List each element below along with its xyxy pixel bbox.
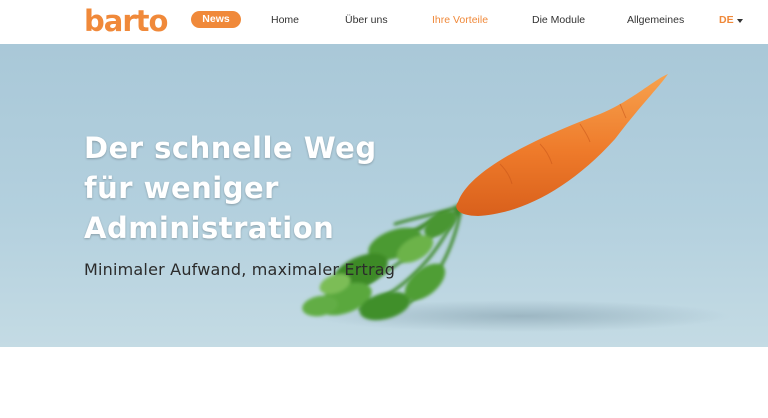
- nav-item-allgemeines[interactable]: Allgemeines: [627, 0, 684, 40]
- hero-title-line: Der schnelle Weg: [84, 131, 377, 165]
- language-label: DE: [719, 14, 734, 26]
- hero-subtitle: Minimaler Aufwand, maximaler Ertrag: [84, 260, 396, 279]
- hero-title-line: Administration: [84, 211, 335, 245]
- nav-item-home[interactable]: Home: [271, 0, 299, 40]
- nav-item-ueber-uns[interactable]: Über uns: [345, 0, 388, 40]
- hero-title: Der schnelle Weg für weniger Administrat…: [84, 128, 404, 248]
- hero-title-line: für weniger: [84, 171, 279, 205]
- nav-item-die-module[interactable]: Die Module: [532, 0, 585, 40]
- main-navigation: News Home Über uns Ihre Vorteile Die Mod…: [0, 0, 768, 44]
- nav-news-button[interactable]: News: [191, 11, 241, 28]
- nav-item-ihre-vorteile[interactable]: Ihre Vorteile: [432, 0, 488, 40]
- caret-down-icon: [736, 18, 743, 23]
- site-header: barto News Home Über uns Ihre Vorteile D…: [0, 0, 768, 44]
- language-selector[interactable]: DE: [719, 0, 743, 40]
- hero-banner: Der schnelle Weg für weniger Administrat…: [0, 44, 768, 347]
